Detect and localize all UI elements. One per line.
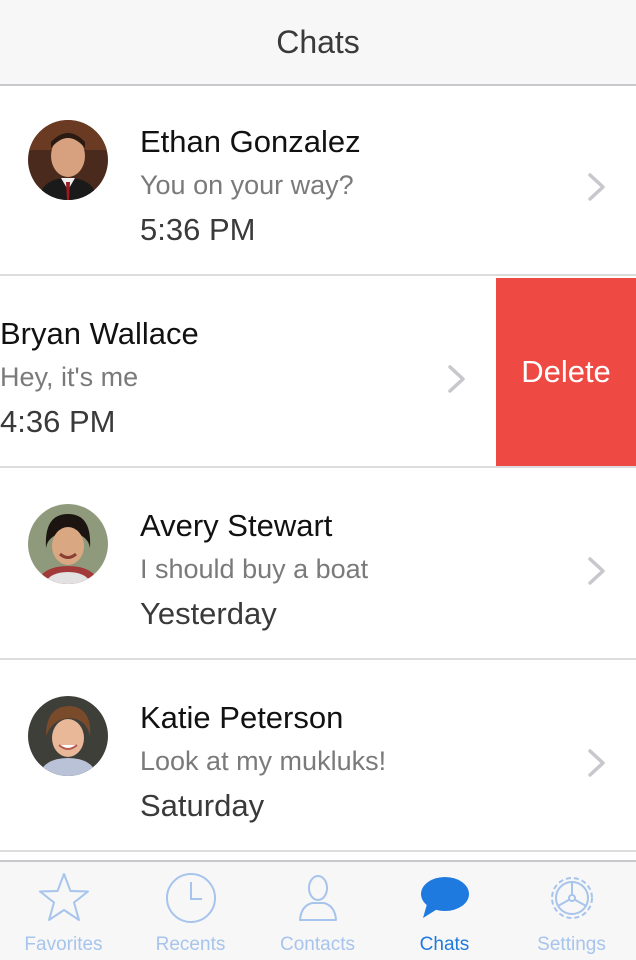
- tab-label: Chats: [419, 934, 470, 955]
- tab-bar: Favorites Recents Contacts Chats Setting…: [0, 860, 636, 960]
- delete-button[interactable]: Delete: [496, 278, 636, 466]
- message-preview: I should buy a boat: [140, 554, 369, 584]
- chevron-right-icon: [588, 173, 605, 201]
- chat-row[interactable]: Katie Peterson Look at my mukluks! Satur…: [0, 662, 636, 852]
- tab-label: Recents: [155, 934, 226, 955]
- chat-bubble-icon: [421, 877, 469, 918]
- avatar: [28, 120, 108, 200]
- contact-name: Ethan Gonzalez: [140, 124, 361, 159]
- page-title: Chats: [276, 24, 360, 60]
- tab-chats[interactable]: Chats: [381, 862, 508, 960]
- chat-row-content[interactable]: Ethan Gonzalez You on your way? 5:36 PM: [0, 86, 636, 274]
- tab-contacts[interactable]: Contacts: [254, 862, 381, 960]
- chat-row-content[interactable]: Katie Peterson Look at my mukluks! Satur…: [0, 662, 636, 850]
- chevron-right-icon: [588, 557, 605, 585]
- chat-row[interactable]: Ethan Gonzalez You on your way? 5:36 PM: [0, 86, 636, 276]
- message-time: Yesterday: [140, 596, 277, 631]
- chevron-right-icon: [448, 365, 465, 393]
- tab-label: Favorites: [24, 934, 103, 955]
- chat-row-content[interactable]: Bryan Wallace Hey, it's me 4:36 PM: [0, 278, 496, 466]
- navigation-bar: Chats: [0, 0, 636, 86]
- tab-recents[interactable]: Recents: [127, 862, 254, 960]
- chevron-right-icon: [588, 749, 605, 777]
- contact-name: Avery Stewart: [140, 508, 333, 543]
- star-icon: [39, 873, 89, 921]
- gear-icon: [551, 877, 593, 919]
- message-time: 4:36 PM: [0, 404, 116, 439]
- message-time: Saturday: [140, 788, 265, 823]
- tab-label: Contacts: [280, 934, 355, 955]
- avatar: [28, 696, 108, 776]
- contact-name: Bryan Wallace: [0, 316, 199, 351]
- message-preview: Look at my mukluks!: [140, 746, 387, 776]
- message-preview: You on your way?: [140, 170, 354, 200]
- tab-favorites[interactable]: Favorites: [0, 862, 127, 960]
- avatar: [28, 504, 108, 584]
- tab-label: Settings: [537, 934, 606, 955]
- chat-row-content[interactable]: Avery Stewart I should buy a boat Yester…: [0, 470, 636, 658]
- chat-row[interactable]: Avery Stewart I should buy a boat Yester…: [0, 470, 636, 660]
- chat-row[interactable]: Bryan Wallace Hey, it's me 4:36 PM Delet…: [0, 278, 636, 468]
- tab-settings[interactable]: Settings: [508, 862, 635, 960]
- message-preview: Hey, it's me: [0, 362, 139, 392]
- person-icon: [299, 875, 337, 921]
- contact-name: Katie Peterson: [140, 700, 344, 735]
- message-time: 5:36 PM: [140, 212, 256, 247]
- clock-icon: [166, 873, 216, 923]
